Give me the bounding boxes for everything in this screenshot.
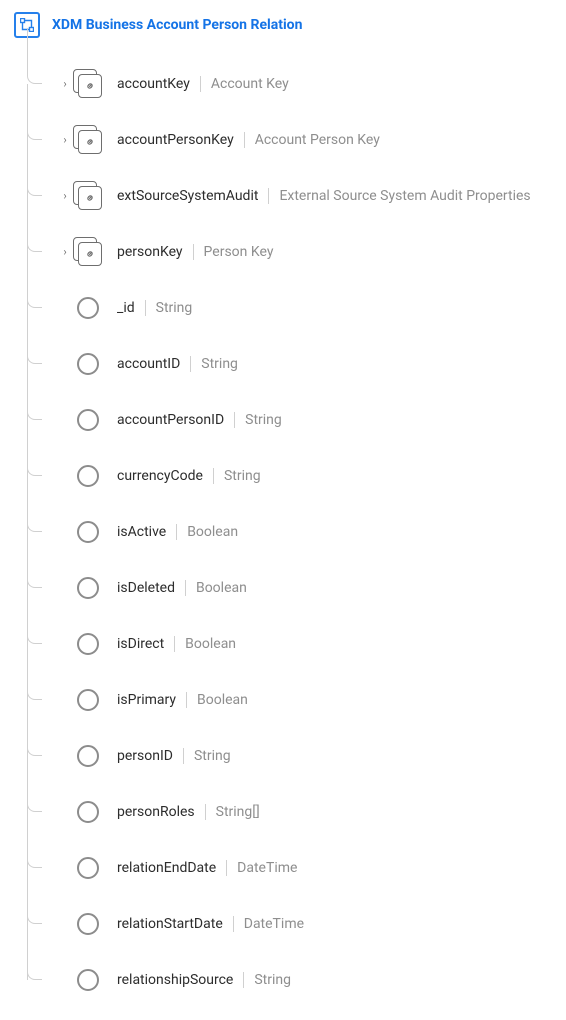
divider	[243, 972, 244, 988]
field-name: relationshipSource	[117, 972, 233, 988]
field-row[interactable]: › accountKey Account Key	[27, 56, 552, 112]
divider	[205, 804, 206, 820]
circle-icon	[77, 689, 99, 711]
field-type: String	[254, 972, 291, 988]
divider	[190, 356, 191, 372]
circle-icon	[77, 857, 99, 879]
circle-icon	[77, 577, 99, 599]
field-row[interactable]: relationStartDate DateTime	[27, 896, 552, 952]
divider	[200, 76, 201, 92]
field-type: Boolean	[197, 692, 248, 708]
field-name: isPrimary	[117, 692, 176, 708]
divider	[185, 580, 186, 596]
schema-tree: › accountKey Account Key › accountPersonKey A…	[14, 56, 552, 1008]
field-type: String	[245, 412, 282, 428]
field-row[interactable]: accountID String	[27, 336, 552, 392]
chevron-right-icon[interactable]: ›	[59, 246, 71, 259]
field-type: Boolean	[196, 580, 247, 596]
object-link-icon	[73, 181, 103, 211]
object-link-icon	[73, 125, 103, 155]
field-row[interactable]: relationEndDate DateTime	[27, 840, 552, 896]
field-row[interactable]: personID String	[27, 728, 552, 784]
field-name: accountKey	[117, 76, 190, 92]
divider	[268, 188, 269, 204]
field-name: personKey	[117, 244, 183, 260]
field-type: Account Key	[211, 76, 289, 92]
circle-icon	[77, 465, 99, 487]
divider	[234, 412, 235, 428]
field-type: DateTime	[244, 916, 304, 932]
field-type: Person Key	[204, 244, 274, 260]
field-type: String	[194, 748, 231, 764]
divider	[174, 636, 175, 652]
field-name: currencyCode	[117, 468, 203, 484]
divider	[145, 300, 146, 316]
field-type: External Source System Audit Properties	[279, 188, 530, 204]
field-row[interactable]: relationshipSource String	[27, 952, 552, 1008]
field-type: Boolean	[185, 636, 236, 652]
divider	[176, 524, 177, 540]
object-link-icon	[73, 69, 103, 99]
circle-icon	[77, 633, 99, 655]
field-row[interactable]: › accountPersonKey Account Person Key	[27, 112, 552, 168]
field-name: extSourceSystemAudit	[117, 188, 258, 204]
divider	[186, 692, 187, 708]
field-row[interactable]: › personKey Person Key	[27, 224, 552, 280]
field-name: personRoles	[117, 804, 195, 820]
field-name: accountPersonID	[117, 412, 224, 428]
field-name: accountID	[117, 356, 180, 372]
circle-icon	[77, 969, 99, 991]
field-row[interactable]: currencyCode String	[27, 448, 552, 504]
divider	[213, 468, 214, 484]
divider	[244, 132, 245, 148]
object-link-icon	[73, 237, 103, 267]
circle-icon	[77, 409, 99, 431]
field-row[interactable]: isDirect Boolean	[27, 616, 552, 672]
schema-title: XDM Business Account Person Relation	[52, 17, 302, 33]
field-type: DateTime	[237, 860, 297, 876]
field-name: isActive	[117, 524, 166, 540]
field-row[interactable]: personRoles String[]	[27, 784, 552, 840]
circle-icon	[77, 913, 99, 935]
field-name: _id	[117, 300, 135, 316]
divider	[233, 916, 234, 932]
schema-root[interactable]: XDM Business Account Person Relation	[14, 12, 552, 38]
field-name: isDirect	[117, 636, 164, 652]
field-type: String	[201, 356, 238, 372]
field-type: String	[224, 468, 261, 484]
divider	[226, 860, 227, 876]
field-type: Boolean	[187, 524, 238, 540]
circle-icon	[77, 521, 99, 543]
field-row[interactable]: isDeleted Boolean	[27, 560, 552, 616]
circle-icon	[77, 297, 99, 319]
circle-icon	[77, 745, 99, 767]
field-type: String	[156, 300, 193, 316]
field-name: accountPersonKey	[117, 132, 234, 148]
chevron-right-icon[interactable]: ›	[59, 190, 71, 203]
field-name: isDeleted	[117, 580, 175, 596]
circle-icon	[77, 801, 99, 823]
field-row[interactable]: _id String	[27, 280, 552, 336]
chevron-right-icon[interactable]: ›	[59, 78, 71, 91]
divider	[183, 748, 184, 764]
field-row[interactable]: isPrimary Boolean	[27, 672, 552, 728]
field-type: Account Person Key	[255, 132, 380, 148]
field-name: relationStartDate	[117, 916, 223, 932]
field-row[interactable]: isActive Boolean	[27, 504, 552, 560]
chevron-right-icon[interactable]: ›	[59, 134, 71, 147]
field-row[interactable]: › extSourceSystemAudit External Source Sys…	[27, 168, 552, 224]
field-name: relationEndDate	[117, 860, 216, 876]
field-row[interactable]: accountPersonID String	[27, 392, 552, 448]
field-name: personID	[117, 748, 173, 764]
divider	[193, 244, 194, 260]
field-type: String[]	[216, 804, 260, 820]
circle-icon	[77, 353, 99, 375]
